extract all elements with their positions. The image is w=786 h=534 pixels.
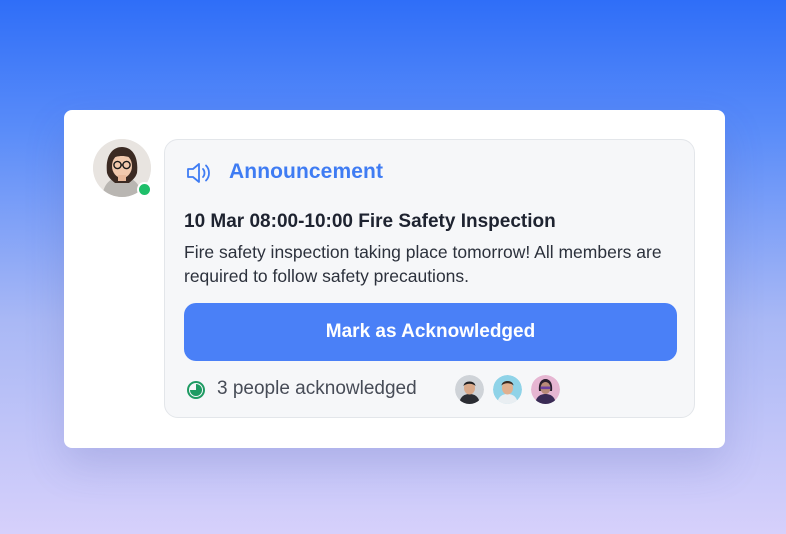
acknowledged-count: 3 people acknowledged <box>217 378 417 399</box>
pie-progress-icon <box>186 380 206 400</box>
announcement-bubble: Announcement 10 Mar 08:00-10:00 Fire Saf… <box>164 139 695 418</box>
online-status-dot <box>137 182 152 197</box>
mark-acknowledged-button[interactable]: Mark as Acknowledged <box>184 303 677 361</box>
speaker-icon <box>185 160 213 186</box>
acknowledger-avatar[interactable] <box>493 375 522 404</box>
event-title: 10 Mar 08:00-10:00 Fire Safety Inspectio… <box>184 211 556 232</box>
sender-avatar[interactable] <box>93 139 152 197</box>
acknowledger-avatar[interactable] <box>455 375 484 404</box>
announcement-heading: Announcement <box>229 160 384 183</box>
acknowledger-avatar[interactable] <box>531 375 560 404</box>
announcement-card: Announcement 10 Mar 08:00-10:00 Fire Saf… <box>64 110 725 448</box>
event-description: Fire safety inspection taking place tomo… <box>184 242 662 286</box>
